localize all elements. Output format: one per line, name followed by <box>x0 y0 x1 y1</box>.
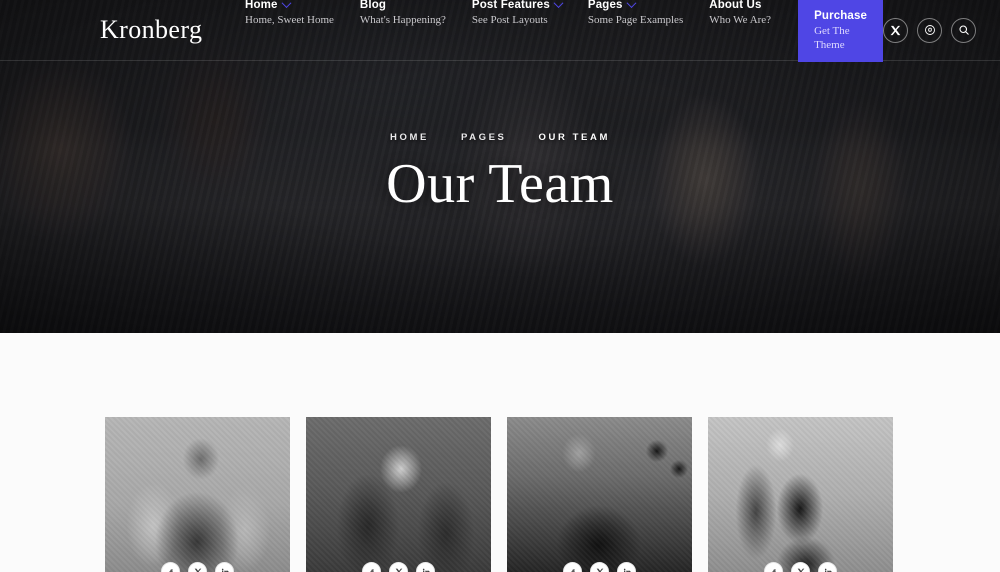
nav-item-about-us[interactable]: About Us Who We Are? <box>696 0 784 27</box>
breadcrumb: HOME PAGES OUR TEAM <box>0 132 1000 143</box>
nav-subtitle: Home, Sweet Home <box>245 13 334 26</box>
nav-label: Home <box>245 0 278 11</box>
twitter-icon[interactable] <box>389 562 408 572</box>
nav-subtitle: See Post Layouts <box>471 13 548 26</box>
nav-subtitle: Who We Are? <box>709 13 772 26</box>
search-icon[interactable] <box>951 17 977 43</box>
threads-icon[interactable] <box>917 17 943 43</box>
member-social-links <box>507 562 692 572</box>
nav-label: Post Features <box>471 0 550 11</box>
team-grid <box>105 417 893 572</box>
nav-subtitle: What's Happening? <box>359 13 446 26</box>
chevron-down-icon <box>626 0 636 9</box>
purchase-button[interactable]: Purchase Get The Theme <box>798 0 884 63</box>
linkedin-icon[interactable] <box>416 562 435 572</box>
x-twitter-icon[interactable] <box>883 17 909 43</box>
nav-item-post-features[interactable]: Post Features See Post Layouts <box>459 0 575 27</box>
twitter-icon[interactable] <box>590 562 609 572</box>
team-member-photo <box>105 417 290 572</box>
purchase-title: Purchase <box>814 9 868 22</box>
team-member-photo <box>306 417 491 572</box>
linkedin-icon[interactable] <box>617 562 636 572</box>
twitter-icon[interactable] <box>188 562 207 572</box>
member-social-links <box>306 562 491 572</box>
team-member-card[interactable] <box>105 417 290 572</box>
team-member-photo <box>507 417 692 572</box>
site-logo[interactable]: Kronberg <box>100 17 210 43</box>
member-social-links <box>105 562 290 572</box>
header-icon-group <box>883 17 977 43</box>
nav-subtitle: Some Page Examples <box>587 13 684 26</box>
team-member-photo <box>708 417 893 572</box>
breadcrumb-item-pages[interactable]: PAGES <box>461 132 507 143</box>
hero-content: HOME PAGES OUR TEAM Our Team <box>0 132 1000 214</box>
team-member-card[interactable] <box>507 417 692 572</box>
team-member-card[interactable] <box>306 417 491 572</box>
facebook-icon[interactable] <box>563 562 582 572</box>
facebook-icon[interactable] <box>161 562 180 572</box>
breadcrumb-item-home[interactable]: HOME <box>390 132 429 143</box>
hero-section: Kronberg Home Home, Sweet Home Blog What… <box>0 0 1000 333</box>
main-navigation: Home Home, Sweet Home Blog What's Happen… <box>232 0 884 63</box>
twitter-icon[interactable] <box>791 562 810 572</box>
facebook-icon[interactable] <box>764 562 783 572</box>
facebook-icon[interactable] <box>362 562 381 572</box>
nav-item-pages[interactable]: Pages Some Page Examples <box>575 0 696 27</box>
member-social-links <box>708 562 893 572</box>
nav-item-home[interactable]: Home Home, Sweet Home <box>232 0 347 27</box>
linkedin-icon[interactable] <box>818 562 837 572</box>
breadcrumb-item-our-team: OUR TEAM <box>538 132 610 143</box>
site-header: Kronberg Home Home, Sweet Home Blog What… <box>0 0 1000 63</box>
chevron-down-icon <box>553 0 564 9</box>
chevron-down-icon <box>281 0 292 9</box>
linkedin-icon[interactable] <box>215 562 234 572</box>
page-title: Our Team <box>386 153 614 215</box>
team-member-card[interactable] <box>708 417 893 572</box>
team-section <box>0 333 1000 572</box>
nav-label: Blog <box>359 0 387 11</box>
purchase-subtitle: Get The Theme <box>814 25 850 51</box>
nav-label: About Us <box>709 0 762 11</box>
nav-label: Pages <box>587 0 623 11</box>
nav-item-blog[interactable]: Blog What's Happening? <box>347 0 459 27</box>
